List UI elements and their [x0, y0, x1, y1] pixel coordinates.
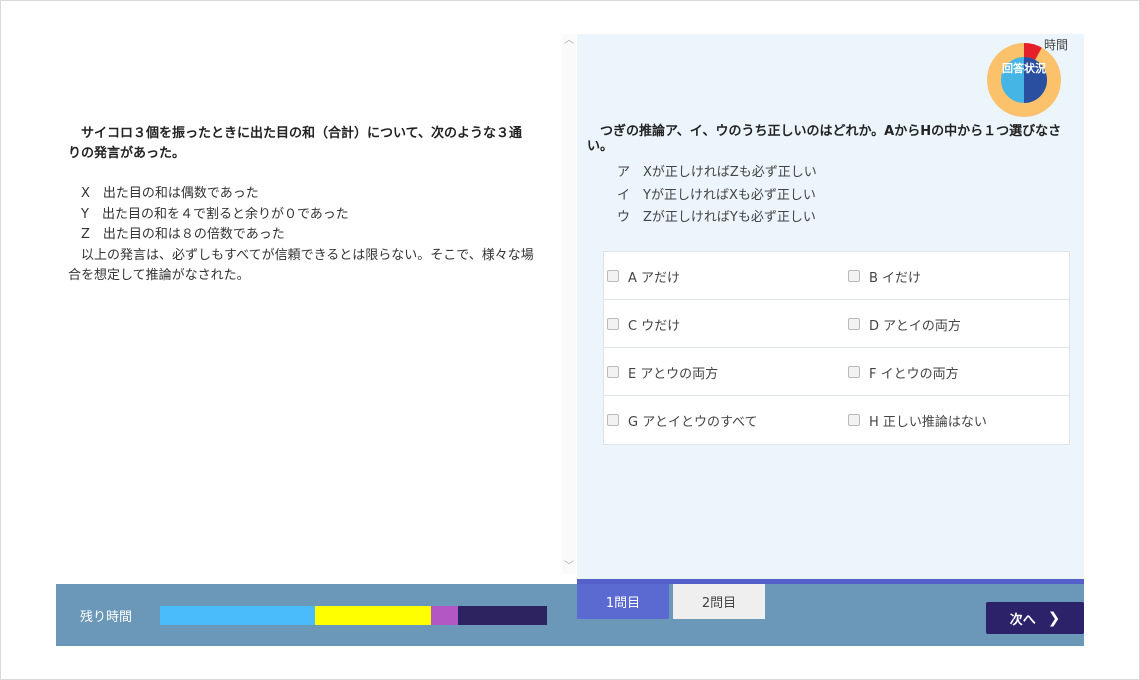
inference-a: ア Xが正しければZも必ず正しい [617, 165, 817, 180]
remaining-time-label: 残り時間 [80, 610, 133, 625]
answer-status-widget: 時間 回答状況 [986, 34, 1076, 117]
checkbox[interactable] [607, 270, 619, 282]
choice-f[interactable]: F イとウの両方 [848, 348, 959, 396]
inference-list: ア Xが正しければZも必ず正しい イ Yが正しければXも必ず正しい ウ Zが正し… [617, 162, 1037, 230]
inference-u: ウ Zが正しければYも必ず正しい [617, 210, 816, 225]
choice-label: A アだけ [628, 270, 681, 286]
sub-question: つぎの推論ア、イ、ウのうち正しいのはどれか。AからHの中から１つ選びなさい。 [587, 124, 1062, 154]
checkbox[interactable] [848, 270, 860, 282]
timer-segment-2 [314, 606, 431, 625]
choice-row: G アとイとウのすべて H 正しい推論はない [604, 396, 1069, 444]
choice-a[interactable]: A アだけ [607, 252, 680, 300]
choice-d[interactable]: D アとイの両方 [848, 300, 961, 348]
choice-g[interactable]: G アとイとウのすべて [607, 396, 758, 444]
choice-label: H 正しい推論はない [869, 414, 987, 430]
choice-row: C ウだけ D アとイの両方 [604, 300, 1069, 348]
timer-segment-4 [457, 606, 547, 625]
tab-question-1[interactable]: 1問目 [577, 584, 669, 619]
statement-y: Y 出た目の和を４で割ると余りが０であった [68, 206, 349, 222]
choice-label: G アとイとウのすべて [628, 414, 758, 430]
checkbox[interactable] [848, 366, 860, 378]
tab-question-2[interactable]: 2問目 [673, 584, 765, 619]
choice-e[interactable]: E アとウの両方 [607, 348, 718, 396]
status-donut [987, 43, 1061, 117]
timer-segment-3 [430, 606, 458, 625]
answer-status-label: 回答状況 [1002, 62, 1046, 75]
answer-choices: A アだけ B イだけ C ウだけ D アとイの両方 E アとウの両方 F イと… [603, 251, 1070, 445]
statement-x: X 出た目の和は偶数であった [68, 186, 259, 201]
checkbox[interactable] [607, 318, 619, 330]
next-label: 次へ [1009, 612, 1036, 628]
statement-conclusion: 以上の発言は、必ずしもすべてが信頼できるとは限らない。そこで、様々な場合を想定し… [68, 247, 534, 284]
choice-label: F イとウの両方 [869, 366, 959, 382]
scroll-up-icon[interactable]: ︿ [562, 34, 576, 48]
question-stem: サイコロ３個を振ったときに出た目の和（合計）について、次のような３通りの発言があ… [68, 126, 522, 161]
choice-label: E アとウの両方 [628, 366, 719, 382]
statement-z: Z 出た目の和は８の倍数であった [68, 227, 285, 242]
choice-label: D アとイの両方 [869, 318, 961, 334]
checkbox[interactable] [848, 318, 860, 330]
question-passage-pane: サイコロ３個を振ったときに出た目の和（合計）について、次のような３通りの発言があ… [56, 34, 562, 584]
checkbox[interactable] [607, 366, 619, 378]
choice-label: B イだけ [869, 270, 922, 286]
choice-h[interactable]: H 正しい推論はない [848, 396, 987, 444]
choice-c[interactable]: C ウだけ [607, 300, 680, 348]
passage-scrollbar[interactable]: ︿ ﹀ [562, 34, 576, 574]
choice-row: A アだけ B イだけ [604, 252, 1069, 300]
next-button[interactable]: 次へ ❯ [986, 602, 1084, 634]
inference-i: イ Yが正しければXも必ず正しい [617, 187, 816, 203]
scroll-down-icon[interactable]: ﹀ [562, 560, 576, 574]
timer-segment-1 [160, 606, 315, 625]
chevron-right-icon: ❯ [1047, 609, 1061, 627]
remaining-time-bar [160, 606, 547, 625]
checkbox[interactable] [607, 414, 619, 426]
choice-label: C ウだけ [628, 318, 681, 334]
statement-list: X 出た目の和は偶数であった Y 出た目の和を４で割ると余りが０であった Z 出… [68, 184, 538, 287]
choice-row: E アとウの両方 F イとウの両方 [604, 348, 1069, 396]
choice-b[interactable]: B イだけ [848, 252, 921, 300]
checkbox[interactable] [848, 414, 860, 426]
